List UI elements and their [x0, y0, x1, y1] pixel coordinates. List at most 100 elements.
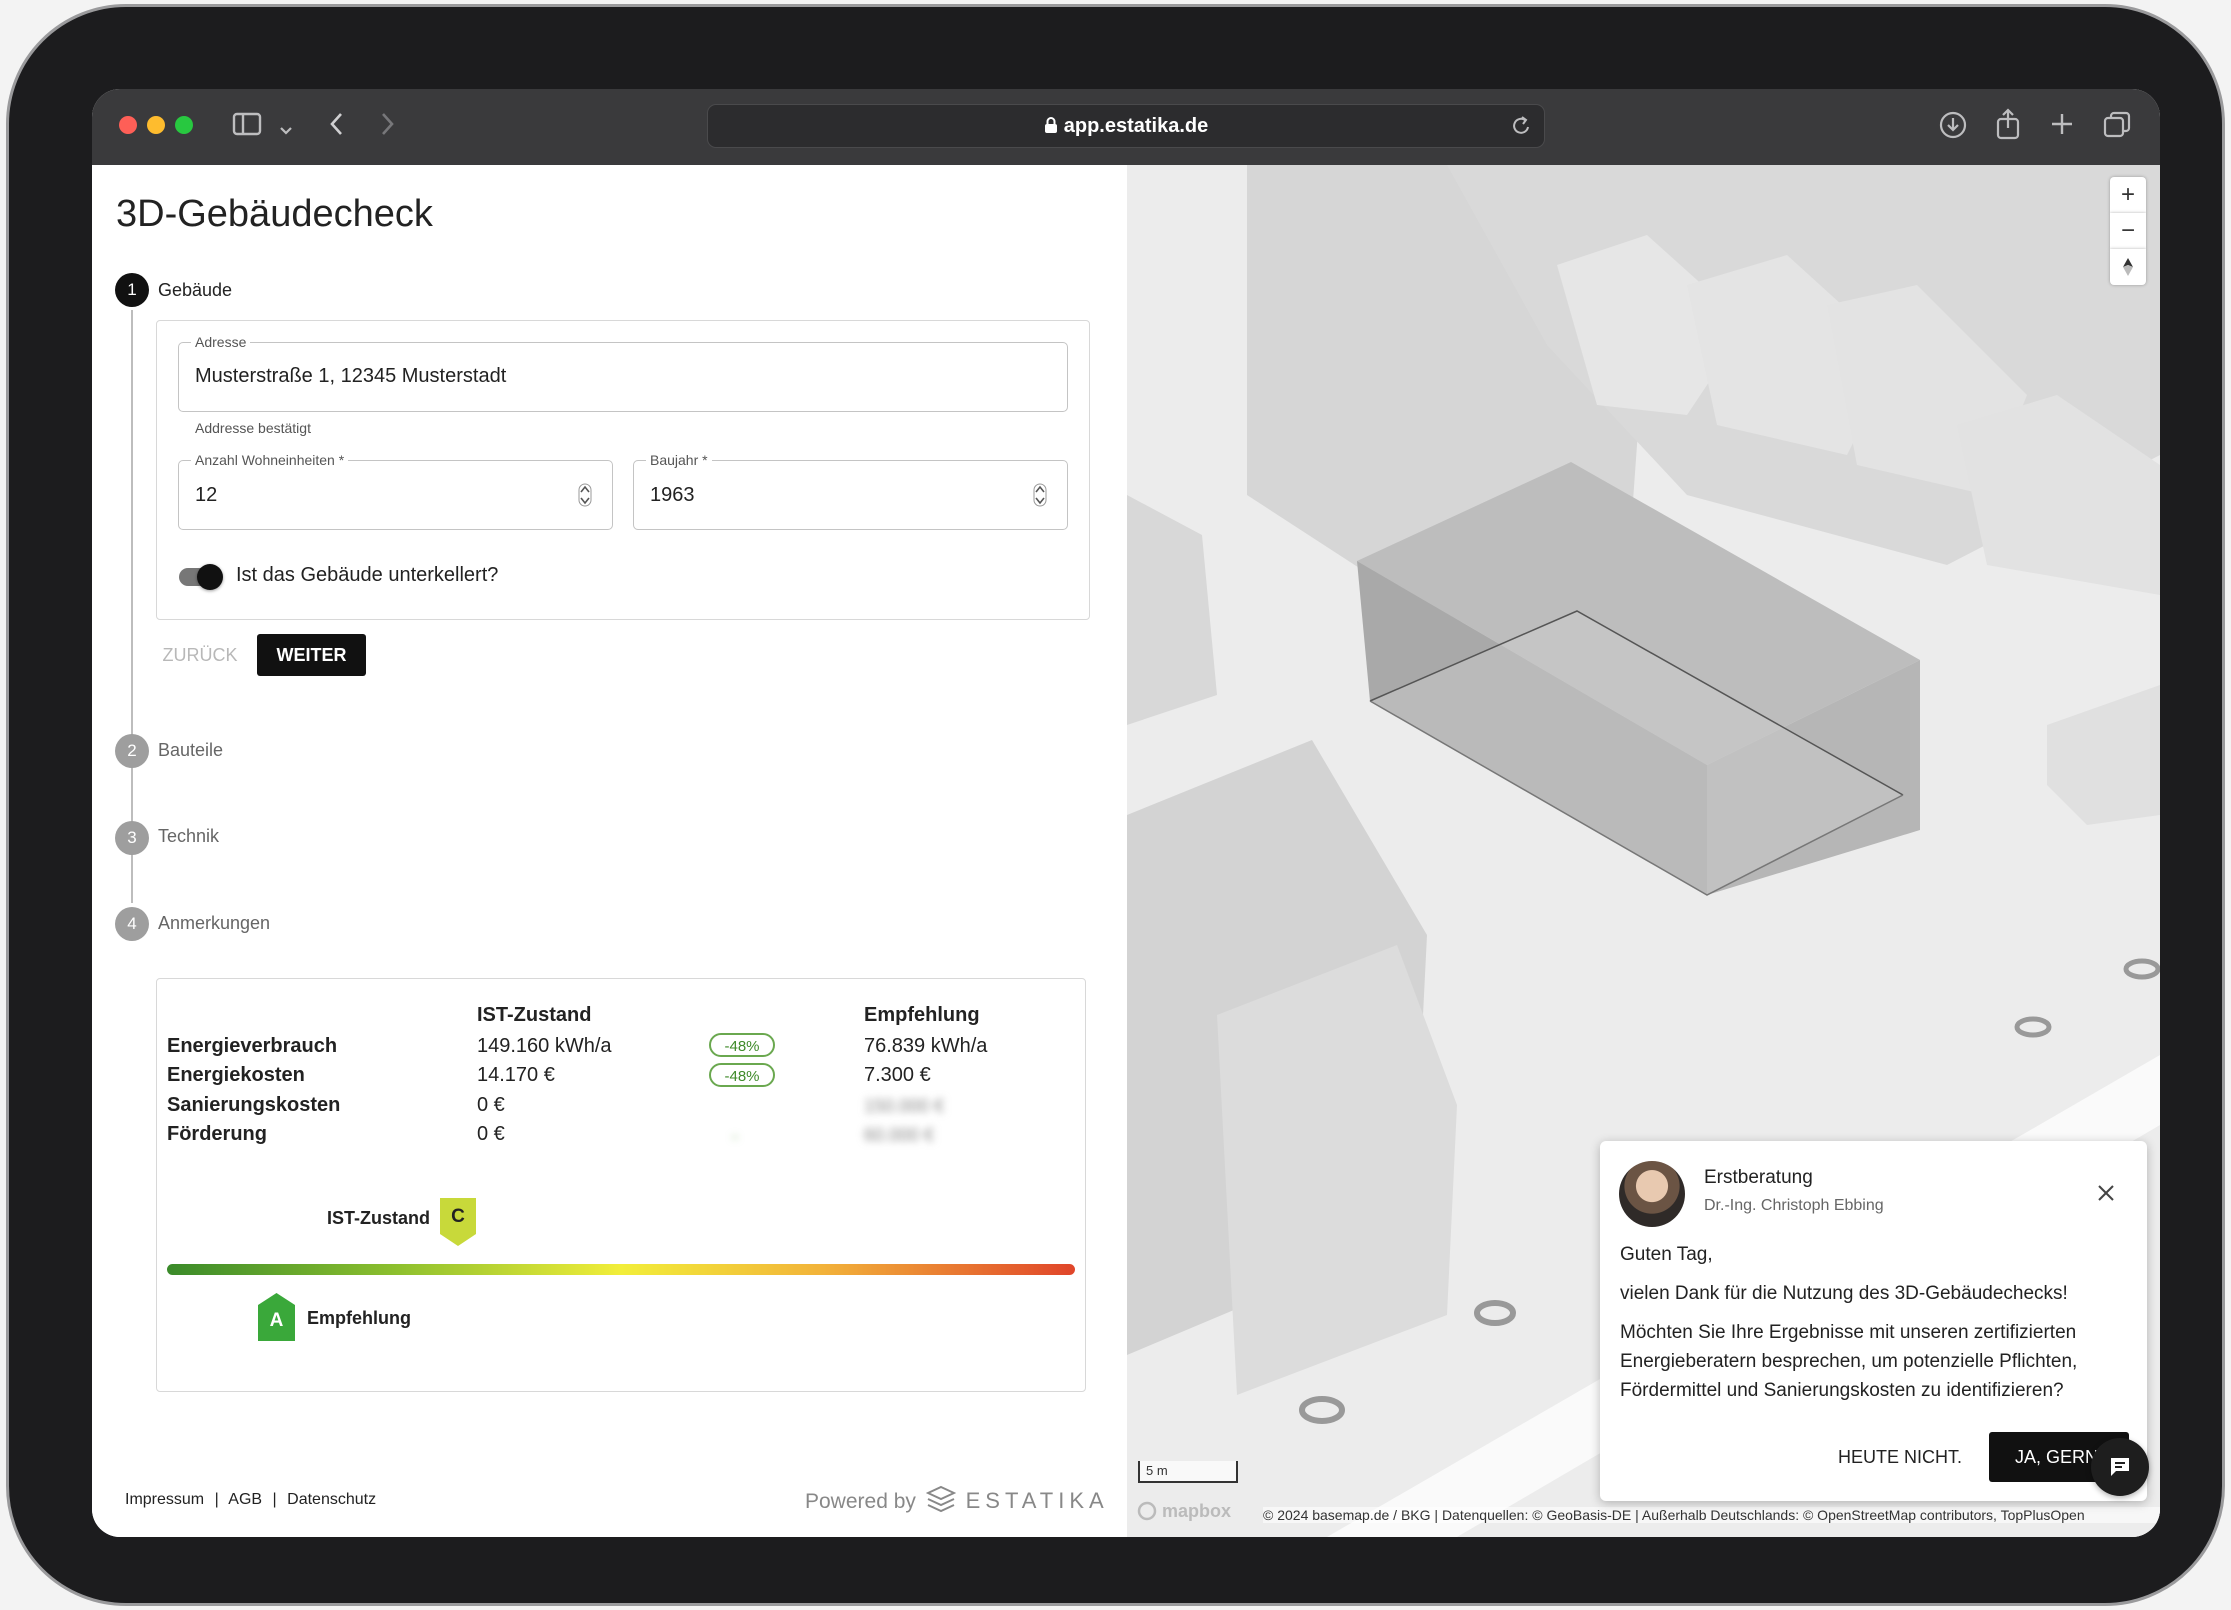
compass-icon — [2123, 258, 2133, 276]
forward-arrow-icon[interactable] — [378, 111, 396, 143]
recommended-value: 7.300 € — [864, 1064, 931, 1086]
row-label: Sanierungskosten — [167, 1094, 341, 1116]
year-label: Baujahr * — [646, 452, 712, 468]
tab-overview-icon[interactable] — [2102, 110, 2132, 146]
current-value: 0 € — [477, 1123, 505, 1145]
close-window-button[interactable] — [119, 116, 137, 134]
results-card: IST-Zustand Empfehlung Energieverbrauch … — [156, 978, 1086, 1392]
zoom-in-button[interactable]: + — [2110, 177, 2146, 213]
year-value: 1963 — [650, 484, 695, 506]
current-value: 149.160 kWh/a — [477, 1035, 612, 1057]
popup-title: Erstberatung — [1704, 1167, 1813, 1188]
reload-icon[interactable] — [1510, 114, 1532, 143]
footer-separator: | — [272, 1491, 277, 1508]
step-4-label[interactable]: Anmerkungen — [158, 913, 270, 934]
zoom-window-button[interactable] — [175, 116, 193, 134]
datenschutz-link[interactable]: Datenschutz — [287, 1491, 376, 1508]
row-label: Energiekosten — [167, 1064, 305, 1086]
close-icon[interactable] — [2096, 1183, 2116, 1208]
mapbox-logo[interactable]: mapbox — [1137, 1501, 1231, 1522]
footer-links: Impressum | AGB | Datenschutz — [125, 1491, 376, 1509]
step-2-indicator: 2 — [115, 734, 149, 768]
address-label: Adresse — [191, 334, 251, 350]
address-bar[interactable]: app.estatika.de — [707, 104, 1545, 148]
impressum-link[interactable]: Impressum — [125, 1491, 204, 1508]
units-label: Anzahl Wohneinheiten * — [191, 452, 349, 468]
url-label: app.estatika.de — [1063, 115, 1209, 137]
row-label: Energieverbrauch — [167, 1035, 338, 1057]
estatika-logo-icon — [925, 1485, 957, 1513]
blurred-badge: - — [732, 1126, 738, 1146]
blurred-value: 150.000 € — [864, 1096, 945, 1116]
step-3-indicator: 3 — [115, 821, 149, 855]
basement-label: Ist das Gebäude unterkellert? — [236, 564, 499, 586]
class-a-letter: A — [269, 1310, 284, 1331]
wizard-panel: 3D-Gebäudecheck 1 Gebäude Adresse Muster… — [92, 165, 1127, 1537]
units-field[interactable]: Anzahl Wohneinheiten * 12 — [178, 452, 613, 530]
scale-current-label: IST-Zustand — [327, 1208, 430, 1228]
back-button[interactable]: ZURÜCK — [156, 634, 244, 676]
scale-recommend-label: Empfehlung — [307, 1308, 411, 1328]
popup-line2: Möchten Sie Ihre Ergebnisse mit unseren … — [1620, 1322, 2078, 1401]
year-stepper-icon[interactable] — [1033, 483, 1047, 512]
address-value: Musterstraße 1, 12345 Musterstadt — [195, 365, 507, 387]
powered-by[interactable]: Powered by ESTATIKA — [805, 1485, 1109, 1515]
page-title: 3D-Gebäudecheck — [116, 193, 433, 235]
recommendation-header: Empfehlung — [864, 1004, 980, 1026]
step-3-label[interactable]: Technik — [158, 826, 219, 847]
tablet-frame: app.estatika.de 3D-Gebäudecheck 1 Gebäud… — [6, 4, 2225, 1606]
mapbox-logo-text: mapbox — [1162, 1501, 1232, 1521]
step-connector — [131, 863, 133, 903]
address-helper-text: Addresse bestätigt — [195, 420, 311, 436]
download-icon[interactable] — [1938, 110, 1968, 146]
lock-icon — [1044, 117, 1057, 133]
consultation-popup: Erstberatung Dr.-Ing. Christoph Ebbing G… — [1600, 1141, 2147, 1501]
popup-line1: vielen Dank für die Nutzung des 3D-Gebäu… — [1620, 1283, 2068, 1304]
step-1-label[interactable]: Gebäude — [158, 280, 232, 301]
units-stepper-icon[interactable] — [578, 483, 592, 512]
blurred-value: 60.000 € — [864, 1125, 935, 1145]
chat-button[interactable] — [2091, 1438, 2149, 1496]
current-value: 0 € — [477, 1094, 505, 1116]
next-button[interactable]: WEITER — [257, 634, 366, 676]
minimize-window-button[interactable] — [147, 116, 165, 134]
browser-toolbar: app.estatika.de — [92, 89, 2160, 165]
savings-badge: -48% — [709, 1033, 775, 1057]
step-2-label[interactable]: Bauteile — [158, 740, 223, 761]
agb-link[interactable]: AGB — [228, 1491, 262, 1508]
footer-separator: | — [214, 1491, 219, 1508]
advisor-avatar — [1619, 1161, 1685, 1227]
chevron-down-icon[interactable] — [279, 114, 293, 144]
page-content: 3D-Gebäudecheck 1 Gebäude Adresse Muster… — [92, 165, 2160, 1537]
building-form-card: Adresse Musterstraße 1, 12345 Musterstad… — [156, 320, 1090, 620]
popup-subtitle: Dr.-Ing. Christoph Ebbing — [1704, 1197, 1884, 1214]
step-1-indicator: 1 — [115, 273, 149, 307]
units-value: 12 — [195, 484, 218, 506]
class-c-letter: C — [451, 1206, 465, 1227]
step-connector — [131, 777, 133, 817]
mapbox-logo-icon — [1137, 1501, 1157, 1521]
map-attribution[interactable]: © 2024 basemap.de / BKG | Datenquellen: … — [1263, 1507, 2160, 1523]
sidebar-icon[interactable] — [232, 111, 262, 143]
share-icon[interactable] — [1995, 107, 2021, 147]
class-c-marker: C — [440, 1198, 476, 1248]
current-state-header: IST-Zustand — [477, 1004, 592, 1026]
zoom-out-button[interactable]: − — [2110, 213, 2146, 249]
new-tab-plus-icon[interactable] — [2049, 111, 2075, 143]
screen: app.estatika.de 3D-Gebäudecheck 1 Gebäud… — [92, 89, 2160, 1537]
step-4-indicator: 4 — [115, 907, 149, 941]
map-scale-bar: 5 m — [1138, 1461, 1238, 1483]
back-arrow-icon[interactable] — [328, 111, 346, 143]
decline-button[interactable]: HEUTE NICHT. — [1825, 1432, 1975, 1482]
compass-button[interactable] — [2110, 249, 2146, 285]
chat-icon — [2111, 1458, 2129, 1476]
recommended-value: 76.839 kWh/a — [864, 1035, 988, 1057]
powered-by-label: Powered by — [805, 1490, 916, 1513]
brand-name: ESTATIKA — [965, 1488, 1109, 1513]
row-label: Förderung — [167, 1123, 267, 1145]
year-field[interactable]: Baujahr * 1963 — [633, 452, 1068, 530]
address-field[interactable]: Adresse Musterstraße 1, 12345 Musterstad… — [178, 334, 1068, 412]
savings-badge: -48% — [709, 1063, 775, 1087]
toggle-knob — [197, 564, 223, 590]
basement-toggle[interactable] — [179, 564, 223, 590]
